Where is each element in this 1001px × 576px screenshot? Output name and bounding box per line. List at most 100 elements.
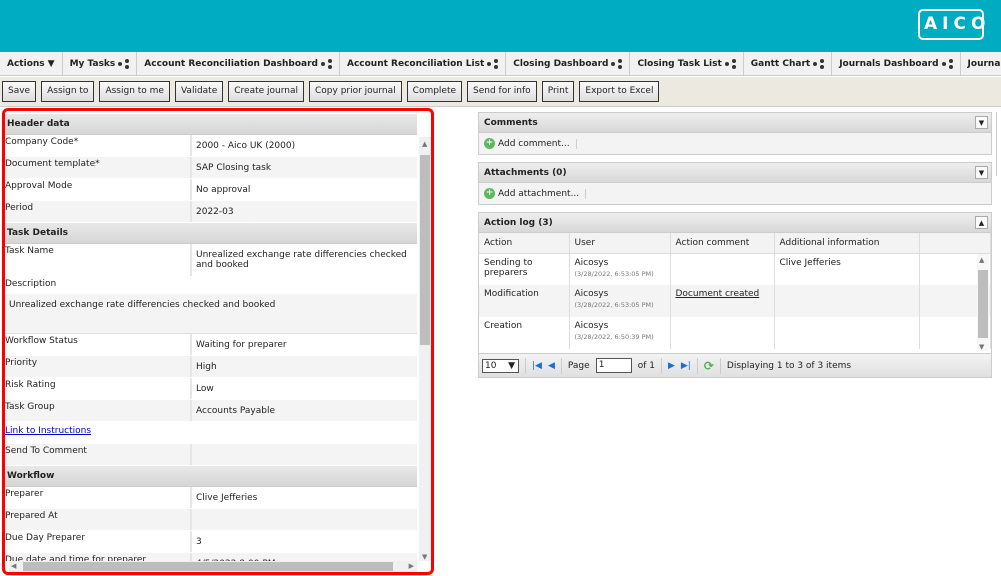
field-label: Task Name xyxy=(5,244,192,276)
nav-tab[interactable]: Account Reconciliation Dashboard xyxy=(137,52,340,75)
page-size-select[interactable]: 10 ▼ xyxy=(482,358,519,373)
field-value[interactable]: 2022-03 xyxy=(192,201,417,222)
section-task-details: Task Details xyxy=(5,223,417,244)
page-input[interactable]: 1 xyxy=(595,358,632,373)
column-header-user[interactable]: User xyxy=(569,233,671,254)
info-cell xyxy=(774,285,920,317)
field-value[interactable] xyxy=(192,509,417,530)
nav-tab[interactable]: Journals List xyxy=(961,52,1001,75)
link-to-instructions[interactable]: Link to Instructions xyxy=(5,426,91,436)
field-value[interactable]: Accounts Payable xyxy=(192,400,417,421)
share-icon xyxy=(813,58,825,69)
collapse-toggle-icon[interactable]: ▼ xyxy=(975,166,988,179)
field-label: Priority xyxy=(5,356,192,377)
comment-cell xyxy=(670,317,775,349)
nav-tab[interactable]: My Tasks xyxy=(63,52,138,75)
field-label: Description xyxy=(5,279,57,289)
aico-logo: AICO xyxy=(918,9,985,40)
complete-button[interactable]: Complete xyxy=(406,81,463,102)
field-value[interactable]: Waiting for preparer xyxy=(192,334,417,355)
info-cell xyxy=(774,317,920,349)
share-icon xyxy=(724,58,736,69)
attachments-panel: Attachments (0) ▼ + Add attachment... xyxy=(478,162,992,205)
comment-cell xyxy=(670,253,775,285)
field-value[interactable]: SAP Closing task xyxy=(192,157,417,178)
form-scroll-area: Header data Company Code* 2000 - Aico UK … xyxy=(5,114,417,561)
field-label: Due Day Preparer xyxy=(5,531,192,552)
nav-tab[interactable]: Closing Dashboard xyxy=(506,52,631,75)
field-value[interactable]: 3 xyxy=(192,531,417,552)
field-value[interactable]: High xyxy=(192,356,417,377)
export-to-excel-button[interactable]: Export to Excel xyxy=(579,81,660,102)
description-value[interactable]: Unrealized exchange rate differencies ch… xyxy=(5,294,417,334)
user-cell: Aicosys (3/28/2022, 6:53:05 PM) xyxy=(569,253,671,285)
create-journal-button[interactable]: Create journal xyxy=(228,81,304,102)
field-value[interactable]: 4/5/2022 8:00 PM xyxy=(192,553,417,561)
log-scrollbar[interactable]: ▲ ▼ xyxy=(977,254,989,351)
field-value[interactable]: No approval xyxy=(192,179,417,200)
document-form-panel: Header data Company Code* 2000 - Aico UK … xyxy=(2,108,434,575)
plus-icon: + xyxy=(484,138,495,149)
comment-link[interactable]: Document created xyxy=(676,289,760,299)
nav-tabs: Actions ▼ My Tasks Account Reconciliation D… xyxy=(0,52,1001,76)
refresh-icon[interactable]: ⟳ xyxy=(704,359,714,373)
right-edge-divider xyxy=(996,112,1001,176)
page-label: Page xyxy=(567,360,590,371)
comments-panel: Comments ▼ + Add comment... xyxy=(478,112,992,155)
table-row: Modification Aicosys (3/28/2022, 6:53:05 P… xyxy=(479,285,991,317)
page-of: of 1 xyxy=(637,360,655,371)
send-for-info-button[interactable]: Send for info xyxy=(467,81,537,102)
action-log-panel: Action log (3) ▲ Action User Action comme… xyxy=(478,212,992,378)
field-label: Prepared At xyxy=(5,509,192,530)
copy-prior-journal-button[interactable]: Copy prior journal xyxy=(309,81,402,102)
plus-icon: + xyxy=(484,188,495,199)
field-label: Send To Comment xyxy=(5,444,192,465)
nav-tab[interactable]: Actions ▼ xyxy=(0,52,63,75)
table-row: Creation Aicosys (3/28/2022, 6:50:39 PM) xyxy=(479,317,991,349)
pager-status: Displaying 1 to 3 of 3 items xyxy=(726,360,852,371)
action-cell: Sending to preparers xyxy=(479,253,570,285)
print-button[interactable]: Print xyxy=(541,81,575,102)
prev-page-icon[interactable]: ◀ xyxy=(548,361,555,371)
horizontal-scrollbar[interactable]: ◀ ▶ xyxy=(9,561,417,572)
task-name-value[interactable]: Unrealized exchange rate differencies ch… xyxy=(192,244,417,276)
assign-to-me-button[interactable]: Assign to me xyxy=(99,81,170,102)
scroll-up-icon[interactable]: ▲ xyxy=(422,140,427,148)
field-label: Risk Rating xyxy=(5,378,192,399)
column-header-additional-information[interactable]: Additional information xyxy=(774,233,920,254)
share-icon xyxy=(611,58,623,69)
action-cell: Creation xyxy=(479,317,570,349)
nav-tab[interactable]: Closing Task List xyxy=(630,52,744,75)
table-row: Sending to preparers Aicosys (3/28/2022, 6… xyxy=(479,253,991,285)
nav-tab[interactable]: Account Reconciliation List xyxy=(340,52,507,75)
column-header-action-comment[interactable]: Action comment xyxy=(670,233,775,254)
last-page-icon[interactable]: ▶| xyxy=(681,361,691,371)
field-label: Approval Mode xyxy=(5,179,192,200)
field-value[interactable]: 2000 - Aico UK (2000) xyxy=(192,135,417,156)
vertical-scrollbar[interactable]: ▲ ▼ xyxy=(419,137,431,561)
validate-button[interactable]: Validate xyxy=(174,81,224,102)
collapse-toggle-icon[interactable]: ▲ xyxy=(975,216,988,229)
collapse-toggle-icon[interactable]: ▼ xyxy=(975,116,988,129)
send-to-comment-value[interactable] xyxy=(192,444,417,465)
scroll-right-icon[interactable]: ▶ xyxy=(409,562,414,570)
add-comment-button[interactable]: + Add comment... xyxy=(479,133,991,154)
action-cell: Modification xyxy=(479,285,570,317)
column-header-action[interactable]: Action xyxy=(479,233,570,254)
scroll-down-icon[interactable]: ▼ xyxy=(422,553,427,561)
nav-tab[interactable]: Gantt Chart xyxy=(744,52,833,75)
field-value[interactable]: Clive Jefferies xyxy=(192,487,417,508)
first-page-icon[interactable]: |◀ xyxy=(532,361,542,371)
save-button[interactable]: Save xyxy=(2,81,37,102)
app-header: AICO xyxy=(0,0,1001,52)
field-label: Due date and time for preparer xyxy=(5,553,192,561)
nav-tab[interactable]: Journals Dashboard xyxy=(832,52,961,75)
field-value[interactable]: Low xyxy=(192,378,417,399)
share-icon xyxy=(941,58,953,69)
section-header-data: Header data xyxy=(5,114,417,135)
field-label: Period xyxy=(5,201,192,222)
add-attachment-button[interactable]: + Add attachment... xyxy=(479,183,991,204)
next-page-icon[interactable]: ▶ xyxy=(668,361,675,371)
assign-to-button[interactable]: Assign to xyxy=(41,81,95,102)
scroll-left-icon[interactable]: ◀ xyxy=(11,562,16,570)
